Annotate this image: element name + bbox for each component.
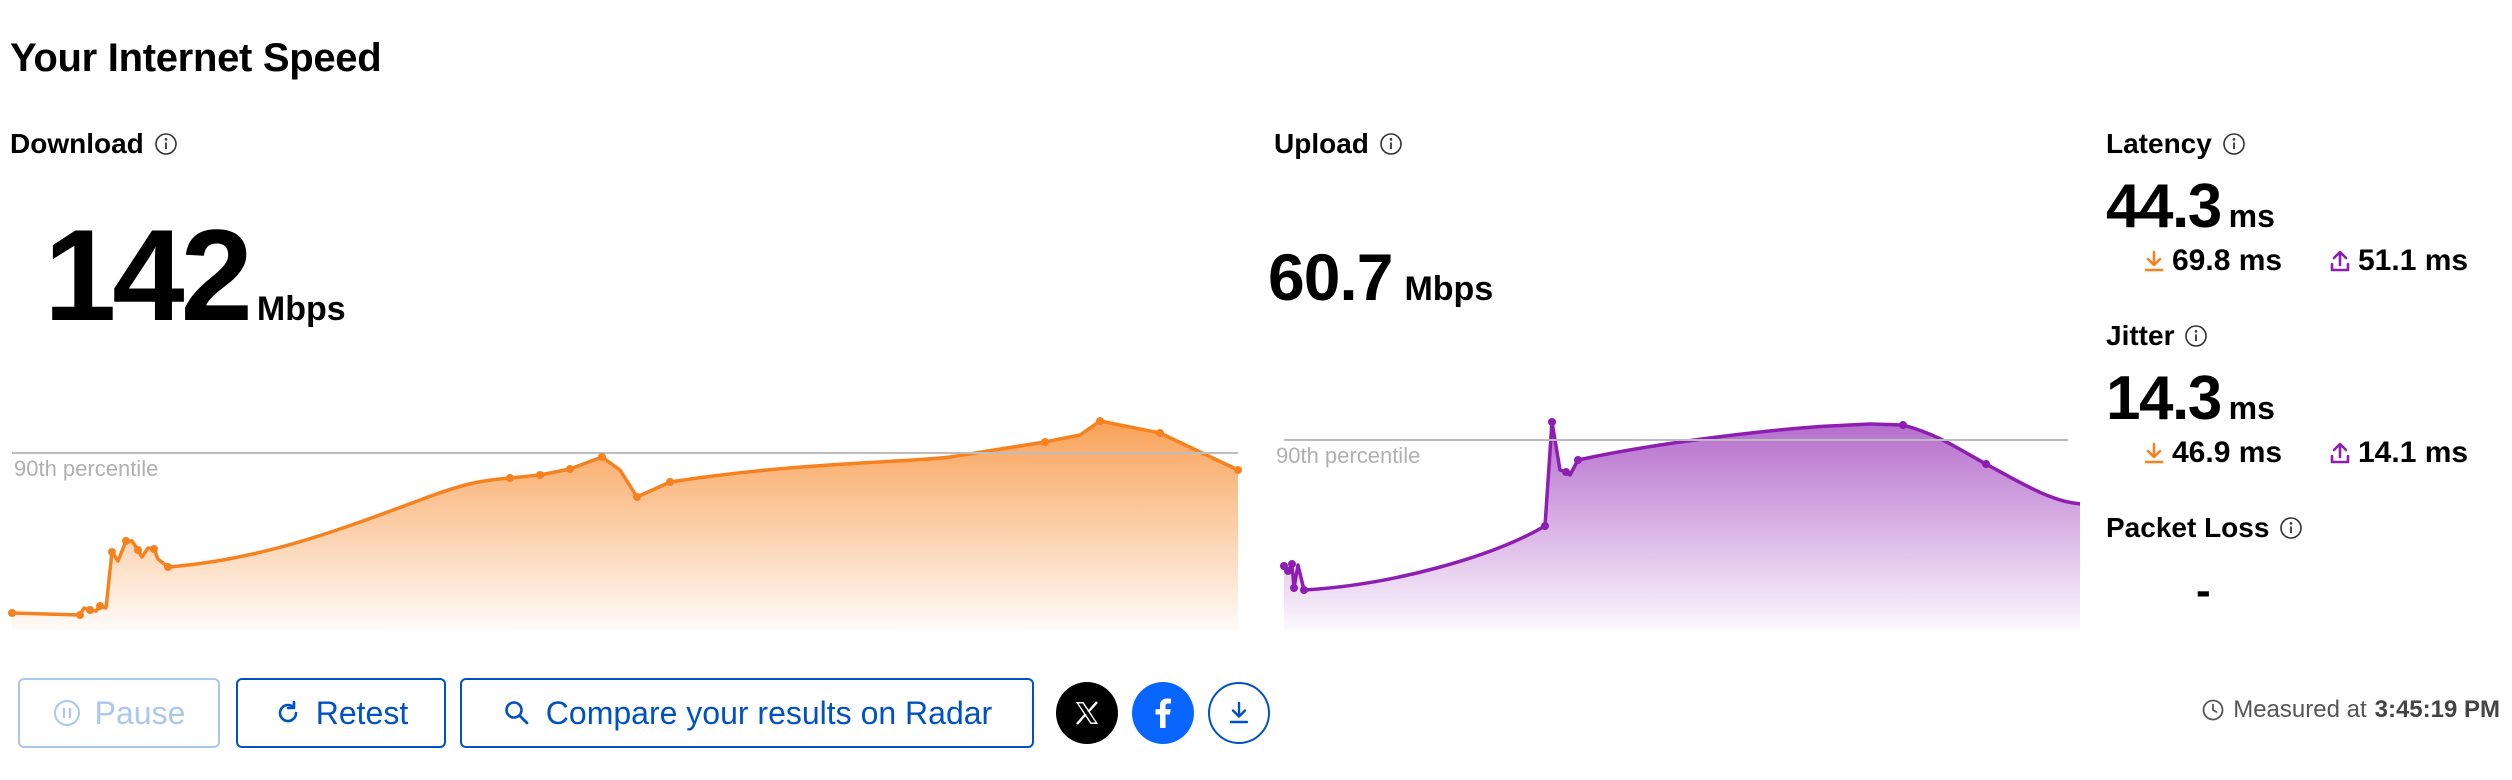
- x-logo-icon: [1076, 701, 1098, 725]
- download-percentile-label: 90th percentile: [14, 456, 159, 481]
- info-icon[interactable]: [154, 132, 178, 156]
- download-label: Download: [10, 128, 178, 160]
- packet-loss-label-text: Packet Loss: [2106, 512, 2270, 543]
- jitter-label-text: Jitter: [2106, 320, 2175, 351]
- page-title: Your Internet Speed: [10, 36, 382, 80]
- jitter-value: 14.3 ms: [2106, 368, 2275, 430]
- latency-value: 44.3 ms: [2106, 176, 2275, 238]
- jitter-unit: ms: [2228, 390, 2275, 426]
- jitter-download: 46.9 ms: [2142, 436, 2282, 470]
- pause-button-label: Pause: [94, 694, 186, 731]
- jitter-upload-value: 14.1 ms: [2358, 436, 2469, 469]
- info-icon[interactable]: [2184, 324, 2208, 348]
- upload-label-text: Upload: [1274, 128, 1369, 159]
- compare-radar-button-label: Compare your results on Radar: [545, 694, 993, 731]
- clock-icon: [2202, 699, 2224, 721]
- download-results-button[interactable]: [1208, 682, 1270, 744]
- jitter-download-value: 46.9 ms: [2172, 436, 2283, 469]
- info-icon[interactable]: [2222, 132, 2246, 156]
- latency-label-text: Latency: [2106, 128, 2212, 159]
- packet-loss-label: Packet Loss: [2106, 512, 2303, 544]
- facebook-icon: [1155, 698, 1171, 728]
- latency-label: Latency: [2106, 128, 2246, 160]
- download-arrow-icon: [2144, 250, 2164, 272]
- upload-unit: Mbps: [1404, 270, 1494, 308]
- latency-download-value: 69.8 ms: [2172, 244, 2283, 277]
- jitter-upload: 14.1 ms: [2328, 436, 2468, 470]
- info-icon[interactable]: [1379, 132, 1403, 156]
- download-chart: [8, 417, 1242, 630]
- retest-button[interactable]: Retest: [236, 678, 446, 748]
- download-unit: Mbps: [256, 290, 346, 328]
- info-icon[interactable]: [2279, 516, 2303, 540]
- measured-at-prefix: Measured at: [2233, 696, 2367, 723]
- upload-label: Upload: [1274, 128, 1403, 160]
- measured-at-time: 3:45:19 PM: [2374, 696, 2500, 723]
- latency-upload: 51.1 ms: [2328, 244, 2468, 278]
- download-label-text: Download: [10, 128, 144, 159]
- download-arrow-icon: [2144, 442, 2164, 464]
- packet-loss-value: -: [2196, 566, 2211, 615]
- upload-value: 60.7 Mbps: [1268, 244, 1493, 310]
- share-facebook-button[interactable]: [1132, 682, 1194, 744]
- latency-download: 69.8 ms: [2142, 244, 2282, 278]
- search-icon: [504, 701, 529, 725]
- share-x-button[interactable]: [1056, 682, 1118, 744]
- upload-number: 60.7: [1268, 240, 1393, 314]
- download-number: 142: [44, 202, 253, 348]
- jitter-number: 14.3: [2106, 364, 2222, 433]
- latency-number: 44.3: [2106, 172, 2222, 241]
- retest-button-label: Retest: [315, 694, 409, 731]
- jitter-label: Jitter: [2106, 320, 2208, 352]
- pause-button[interactable]: Pause: [18, 678, 220, 748]
- download-value: 142 Mbps: [44, 210, 346, 340]
- upload-chart: [1280, 418, 2080, 630]
- latency-upload-value: 51.1 ms: [2358, 244, 2469, 277]
- latency-unit: ms: [2228, 198, 2275, 234]
- upload-percentile-label: 90th percentile: [1276, 443, 1421, 468]
- refresh-icon: [278, 700, 298, 723]
- upload-arrow-icon: [2330, 442, 2350, 464]
- download-icon: [1229, 701, 1249, 724]
- upload-arrow-icon: [2330, 250, 2350, 272]
- pause-icon: [53, 700, 80, 726]
- measured-at: Measured at 3:45:19 PM: [2201, 696, 2500, 724]
- compare-radar-button[interactable]: Compare your results on Radar: [460, 678, 1034, 748]
